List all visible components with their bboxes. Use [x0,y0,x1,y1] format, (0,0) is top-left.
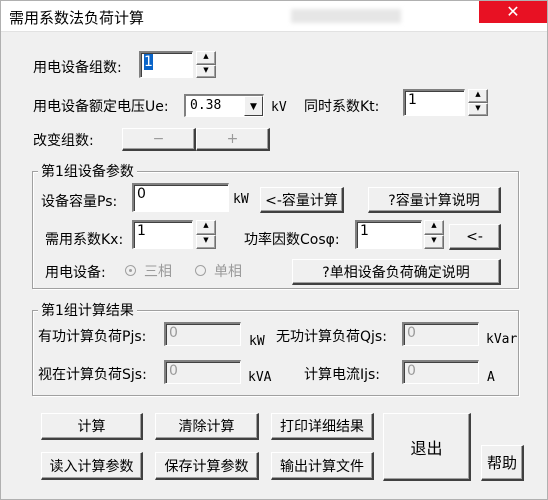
capacity-value: 0 [137,186,146,202]
rated-voltage-select[interactable]: 0.38 ▼ [184,94,264,117]
simult-coef-value: 1 [408,92,417,108]
capacity-unit: kW [233,192,249,207]
title-bar: 需用系数法负荷计算 ✕ [1,1,547,32]
sjs-value: 0 [169,363,178,379]
single-phase-help-button[interactable]: ?单相设备负荷确定说明 [292,259,501,285]
three-phase-radio[interactable] [125,265,136,276]
qjs-unit: kVar [486,332,518,347]
qjs-label: 无功计算负荷Qjs: [276,329,387,345]
close-button[interactable]: ✕ [479,1,547,23]
spin-down-icon[interactable]: ▼ [196,64,216,78]
spin-up-icon[interactable]: ▲ [196,220,216,235]
single-phase-label: 单相 [214,264,242,280]
read-params-button[interactable]: 读入计算参数 [41,452,143,480]
spin-up-icon[interactable]: ▲ [424,220,444,235]
capacity-help-button[interactable]: ?容量计算说明 [368,187,501,213]
print-button[interactable]: 打印详细结果 [271,413,374,440]
ijs-output: 0 [402,360,479,384]
cos-phi-value: 1 [360,223,369,239]
qjs-output: 0 [402,322,479,346]
clear-button[interactable]: 清除计算 [155,413,259,440]
capacity-input[interactable]: 0 [132,183,229,212]
equipment-label: 用电设备: [45,265,106,281]
group-count-label: 用电设备组数: [33,60,122,76]
sjs-unit: kVA [248,370,272,385]
cos-phi-spinner[interactable]: ▲ ▼ [424,220,444,249]
rated-voltage-unit: kV [271,100,287,115]
rated-voltage-value: 0.38 [190,98,222,113]
three-phase-label: 三相 [144,264,172,280]
spin-down-icon[interactable]: ▼ [424,234,444,249]
simult-coef-spinner[interactable]: ▲ ▼ [468,89,488,116]
rated-voltage-label: 用电设备额定电压Ue: [33,99,169,115]
group-count-value: 1 [144,54,153,70]
help-button[interactable]: 帮助 [481,445,524,481]
simult-coef-input[interactable]: 1 [403,89,465,116]
change-groups-label: 改变组数: [33,133,94,149]
chevron-down-icon[interactable]: ▼ [244,96,263,116]
sjs-output: 0 [164,360,241,384]
calculate-button[interactable]: 计算 [41,413,143,440]
save-params-button[interactable]: 保存计算参数 [155,452,259,480]
pjs-unit: kW [249,334,265,349]
spin-down-icon[interactable]: ▼ [468,102,488,116]
cos-phi-label: 功率因数Cosφ: [244,232,340,248]
kx-spinner[interactable]: ▲ ▼ [196,220,216,249]
group-count-spinner[interactable]: ▲ ▼ [196,51,216,78]
exit-button[interactable]: 退出 [383,413,471,481]
pjs-output: 0 [164,322,241,346]
single-phase-radio[interactable] [195,265,206,276]
kx-input[interactable]: 1 [132,220,193,249]
kx-label: 需用系数Kx: [45,232,124,248]
kx-value: 1 [137,223,146,239]
ijs-label: 计算电流Ijs: [304,367,381,383]
spin-up-icon[interactable]: ▲ [468,89,488,103]
spin-up-icon[interactable]: ▲ [196,51,216,65]
pjs-label: 有功计算负荷Pjs: [38,329,147,345]
cos-phi-input[interactable]: 1 [355,220,422,249]
increase-groups-button[interactable]: + [196,128,270,151]
spin-down-icon[interactable]: ▼ [196,234,216,249]
params-group-title: 第1组设备参数 [38,161,137,181]
decrease-groups-button[interactable]: − [122,128,196,151]
load-calc-window: 需用系数法负荷计算 ✕ 用电设备组数: 1 ▲ ▼ 用电设备额定电压Ue: 0.3… [0,0,548,500]
pjs-value: 0 [169,325,178,341]
sjs-label: 视在计算负荷Sjs: [38,367,147,383]
simult-coef-label: 同时系数Kt: [304,99,380,115]
ijs-unit: A [487,370,495,385]
blurred-title-region [291,9,401,23]
group-count-input[interactable]: 1 [139,51,193,78]
results-group-title: 第1组计算结果 [38,300,137,320]
export-button[interactable]: 输出计算文件 [271,452,374,480]
qjs-value: 0 [407,325,416,341]
capacity-calc-button[interactable]: <-容量计算 [260,187,344,213]
cos-phi-button[interactable]: <- [449,224,501,250]
window-title: 需用系数法负荷计算 [9,9,145,27]
capacity-label: 设备容量Ps: [41,194,118,210]
ijs-value: 0 [407,363,416,379]
